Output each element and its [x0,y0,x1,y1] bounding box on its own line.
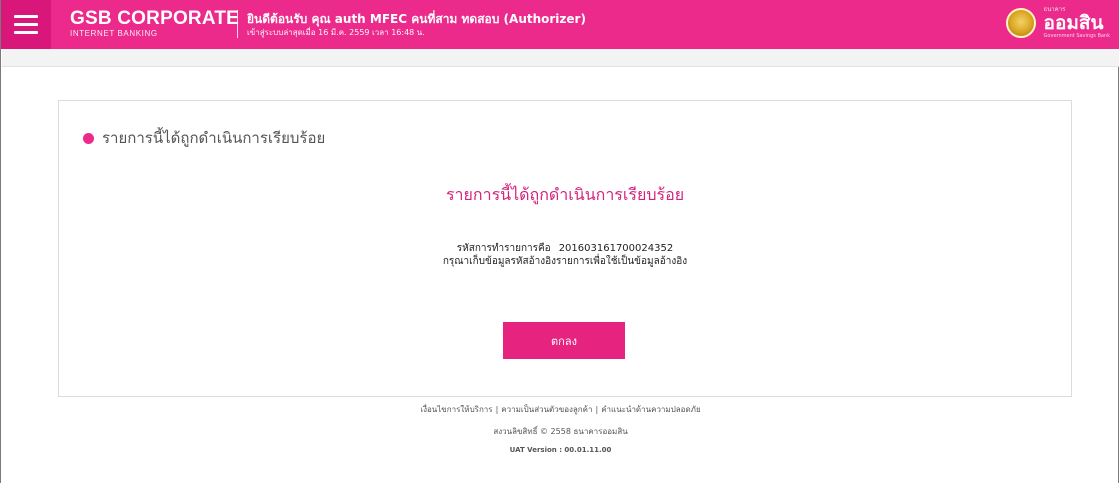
app-frame: GSB CORPORATE INTERNET BANKING ยินดีต้อน… [0,0,1119,483]
logo-small-text: ธนาคาร [1043,6,1066,13]
logo-text-block: ธนาคาร ออมสิน Government Savings Bank [1044,6,1110,39]
welcome-block: ยินดีต้อนรับ คุณ auth MFEC คนที่สาม ทดสอ… [247,12,586,38]
menu-icon-bar [14,31,38,34]
header-divider [237,10,238,38]
copyright-text: สงวนลิขสิทธิ์ © 2558 ธนาคารออมสิน [493,427,628,436]
footer-links: เงื่อนไขการให้บริการ | ความเป็นส่วนตัวของล… [1,403,1119,416]
reference-note: กรุณาเก็บข้อมูลรหัสอ้างอิงรายการเพื่อใช้… [442,256,688,267]
bullet-dot-icon [83,132,94,144]
welcome-text: ยินดีต้อนรับ คุณ auth MFEC คนที่สาม ทดสอ… [247,12,586,26]
footer-separator: | [495,405,499,414]
result-card: รายการนี้ได้ถูกดำเนินการเรียบร้อย รายการ… [58,100,1072,397]
brand-block: GSB CORPORATE INTERNET BANKING [70,9,239,39]
logo-tagline: Government Savings Bank [1043,33,1110,39]
footer-link-security[interactable]: คำแนะนำด้านความปลอดภัย [601,405,700,414]
brand-title: GSB CORPORATE [70,8,240,29]
version-text: UAT Version : 00.01.11.00 [509,446,612,454]
sub-header-strip [2,49,1119,67]
footer-separator: | [595,405,599,414]
section-title-text: รายการนี้ได้ถูกดำเนินการเรียบร้อย [102,129,326,147]
hamburger-menu-button[interactable] [1,0,51,49]
section-title: รายการนี้ได้ถูกดำเนินการเรียบร้อย [83,126,325,150]
reference-line: รหัสการทำรายการคือ 201603161700024352 [59,242,1071,255]
reference-label: รหัสการทำรายการคือ [456,243,551,254]
menu-icon-bar [14,15,38,18]
menu-icon-bar [14,23,38,26]
success-heading: รายการนี้ได้ถูกดำเนินการเรียบร้อย [445,185,685,204]
top-header: GSB CORPORATE INTERNET BANKING ยินดีต้อน… [1,0,1119,49]
seal-icon [1005,7,1036,38]
footer-link-privacy[interactable]: ความเป็นส่วนตัวของลูกค้า [501,405,592,414]
gsb-logo: ธนาคาร ออมสิน Government Savings Bank [1005,6,1110,39]
ok-button[interactable]: ตกลง [503,322,625,359]
logo-name: ออมสิน [1043,12,1104,34]
brand-subtitle: INTERNET BANKING [70,29,158,38]
footer-link-terms[interactable]: เงื่อนไขการให้บริการ [420,405,492,414]
reference-number: 201603161700024352 [558,243,674,254]
last-login-text: เข้าสู่ระบบล่าสุดเมื่อ 16 มี.ค. 2559 เวล… [247,28,425,37]
